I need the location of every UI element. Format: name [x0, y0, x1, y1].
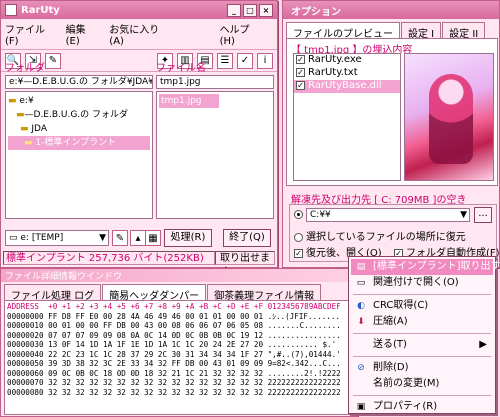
folder-icon: ▬ [20, 124, 29, 134]
embed-list: ✓ RarUty.exe ✓ RarUty.txt ✓ RarUtyBase.dll [293, 53, 401, 181]
menu-item-extract[interactable]: ▤[標準インプラント]取り出す(E) [351, 259, 500, 275]
menu-bar: ファイル(F) 編集(E) お気に入り(A) ヘルプ(H) [1, 19, 277, 50]
hex-row: 00000070 32 32 32 32 32 32 32 32 32 32 3… [7, 378, 341, 387]
hex-row: 00000030 13 0F 14 1D 1A 1F 1E 1D 1A 1C 1… [7, 340, 341, 349]
process-button[interactable]: 処理(R) [164, 229, 212, 247]
menu-file[interactable]: ファイル(F) [5, 21, 52, 47]
folder-up-icon[interactable]: ▴ [130, 230, 146, 246]
tree-node-debug[interactable]: ▬—D.E.B.U.G.の フォルダ [8, 108, 150, 122]
checkbox-icon[interactable]: ✓ [296, 67, 305, 77]
compress-icon: ⬇ [357, 317, 365, 327]
dest-path-field[interactable]: C:¥¥ ▼ [306, 208, 470, 222]
drive-icon: ▭ [9, 233, 18, 243]
detail-window: ファイル詳細情報ウインドウ ファイル処理 ログ 簡易ヘッダダンパー 御茶義理ファ… [0, 268, 358, 417]
folder-path-field[interactable]: e:¥—D.E.B.U.G.の フォルダ¥JDA¥ [5, 75, 153, 89]
open-icon: ▭ [356, 278, 366, 288]
menu-edit[interactable]: 編集(E) [66, 21, 96, 47]
minimize-button[interactable]: _ [227, 3, 241, 17]
detail-titlebar[interactable]: ファイル詳細情報ウインドウ [1, 269, 357, 282]
detail-title: ファイル詳細情報ウインドウ [5, 272, 123, 282]
options-window: オプション ファイルのプレビュー 設定 I 設定 II 【 tmp1.jpg 】… [282, 0, 500, 268]
close-button[interactable]: × [259, 3, 273, 17]
menu-separator [353, 294, 491, 295]
menu-item-crc[interactable]: ◐ CRC取得(C) [351, 298, 493, 314]
menu-favorites[interactable]: お気に入り(A) [109, 21, 165, 47]
checkbox-icon[interactable]: ✓ [296, 80, 305, 90]
menu-item-delete[interactable]: ⊘ 削除(D) [351, 360, 493, 376]
menu-separator [353, 395, 491, 396]
hex-row: 00000040 22 2C 23 1C 1C 28 37 29 2C 30 3… [7, 349, 341, 359]
dest-group: C:¥¥ ▼ ... 選択しているファイルの場所に復元 ✓ 復元後、開く(O) ✓… [289, 204, 500, 262]
options-title: オプション [291, 6, 341, 18]
radio-icon[interactable] [294, 232, 303, 242]
hex-row: 00000080 32 32 32 32 32 32 32 32 32 32 3… [7, 387, 341, 397]
hex-row: 00000000 FF D8 FF E0 00 28 4A 46 49 46 0… [7, 311, 340, 321]
status-right: 取り出せます [215, 251, 275, 278]
hex-panel: ADDRESS +0 +1 +2 +3 +4 +5 +6 +7 +8 +9 +A… [4, 300, 356, 415]
hex-row: 00000010 00 01 00 00 FF DB 00 43 00 08 0… [7, 321, 341, 330]
hex-row: 00000060 09 0C 0B 0C 18 0D 0D 18 32 21 1… [7, 368, 341, 378]
status-bar: 標準インプラント 257,736 バイト(252KB) 取り出せます [3, 251, 275, 278]
crc-icon: ◐ [357, 301, 365, 311]
browse-button[interactable]: ... [474, 207, 492, 223]
menu-help[interactable]: ヘルプ(H) [220, 21, 259, 47]
folder-section: フォルダ e:¥—D.E.B.U.G.の フォルダ¥JDA¥ [5, 63, 153, 89]
menu-item-send-to[interactable]: 送る(T) ▶ [351, 337, 493, 353]
menu-separator [353, 333, 491, 334]
hex-header: ADDRESS +0 +1 +2 +3 +4 +5 +6 +7 +8 +9 +A… [7, 302, 341, 311]
embed-item[interactable]: ✓ RarUtyBase.dll [294, 80, 400, 93]
delete-icon: ⊘ [357, 363, 365, 373]
checkbox-icon[interactable]: ✓ [294, 248, 303, 258]
folder-tree[interactable]: ▬ e:¥ ▬—D.E.B.U.G.の フォルダ ▬ JDA ▬ 1-標準インプ… [5, 91, 153, 219]
drive-select[interactable]: ▭ e: [TEMP] ▼ [5, 230, 109, 246]
embed-item[interactable]: ✓ RarUty.txt [294, 67, 400, 80]
main-titlebar[interactable]: RarUty _ □ × [1, 1, 277, 19]
filename-section: ファイル名 tmp1.jpg [156, 63, 274, 89]
radio-restore-location[interactable]: 選択しているファイルの場所に復元 [294, 228, 466, 243]
chevron-right-icon: ▶ [479, 339, 487, 350]
hex-row: 00000050 39 3D 38 32 3C 2E 33 34 32 FF D… [7, 359, 341, 368]
pencil-icon[interactable]: ✎ [112, 230, 128, 246]
preview-pane: 【 tmp1.jpg 】の埋込内容 ✓ RarUty.exe ✓ RarUty.tx… [286, 38, 498, 186]
chevron-down-icon[interactable]: ▼ [99, 231, 106, 245]
context-menu: ▤[標準インプラント]取り出す(E) ▭関連付けで開く(O) ◐CRC取得(C)… [348, 256, 500, 415]
status-left: 標準インプラント 257,736 バイト(252KB) [3, 251, 215, 265]
hex-row: 00000020 07 07 07 09 09 08 0A 0C 14 0D 0… [7, 330, 341, 340]
file-item[interactable]: tmp1.jpg [159, 94, 219, 108]
embed-item[interactable]: ✓ RarUty.exe [294, 54, 400, 67]
menu-item-open-with[interactable]: ▭ 関連付けで開く(O) [351, 275, 493, 291]
main-window: RarUty _ □ × ファイル(F) 編集(E) お気に入り(A) ヘルプ(… [0, 0, 278, 278]
filename-label: ファイル名 [156, 63, 206, 74]
dest-radio-row[interactable] [294, 209, 306, 220]
menu-item-compress[interactable]: ⬇ 圧縮(A) [351, 314, 493, 330]
properties-icon: ▣ [356, 402, 366, 412]
tree-node-drive[interactable]: ▬ e:¥ [8, 94, 150, 108]
folder-label: フォルダ [5, 63, 45, 74]
tree-node-implant[interactable]: ▬ 1-標準インプラント [8, 136, 150, 150]
file-list[interactable]: tmp1.jpg [156, 91, 274, 219]
exit-button[interactable]: 終了(Q) [223, 229, 271, 247]
filename-field[interactable]: tmp1.jpg [156, 75, 274, 89]
options-titlebar[interactable]: オプション [283, 1, 499, 19]
maximize-button[interactable]: □ [243, 3, 257, 17]
folder-icon: ▬ [8, 96, 17, 106]
chevron-down-icon[interactable]: ▼ [460, 209, 467, 221]
folder-open-icon: ▬ [24, 138, 33, 148]
extract-icon: ▤ [356, 262, 366, 272]
tree-node-jda[interactable]: ▬ JDA [8, 122, 150, 136]
folder-new-icon[interactable]: ▦ [145, 230, 161, 246]
preview-figure [429, 74, 473, 164]
checkbox-icon[interactable]: ✓ [296, 54, 305, 64]
app-icon [5, 4, 17, 16]
menu-item-properties[interactable]: ▣ プロパティ(R) [351, 399, 493, 415]
radio-dest[interactable] [294, 209, 303, 219]
menu-separator [353, 356, 491, 357]
folder-icon: ▬ [16, 110, 25, 120]
menu-item-rename[interactable]: 名前の変更(M) [351, 376, 493, 392]
preview-image [404, 53, 494, 181]
window-title: RarUty [21, 4, 60, 16]
